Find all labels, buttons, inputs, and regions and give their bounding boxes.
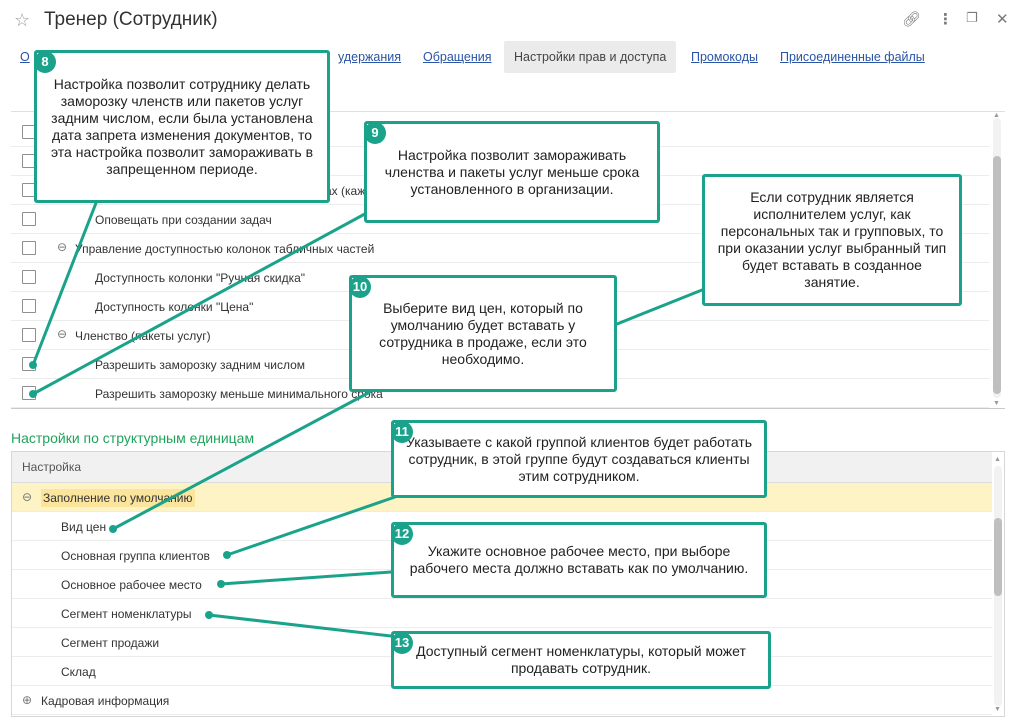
scroll-up-icon[interactable]: ▲ xyxy=(993,112,1000,119)
checkbox[interactable] xyxy=(22,212,36,226)
connector-dot xyxy=(205,611,213,619)
star-icon[interactable]: ☆ xyxy=(14,10,30,31)
section-title: Настройки по структурным единицам xyxy=(11,430,255,446)
row-label: Сегмент продажи xyxy=(61,636,160,650)
callout-number: 10 xyxy=(349,276,371,298)
scroll-thumb[interactable] xyxy=(993,156,1001,394)
tab-access-rights[interactable]: Настройки прав и доступа xyxy=(504,41,677,73)
connector-dot xyxy=(223,551,231,559)
row-label: Основная группа клиентов xyxy=(61,549,210,563)
connector-dot xyxy=(29,361,37,369)
title-bar: ☆ Тренер (Сотрудник) 🔗︎ ⋮ ❐ ✕ xyxy=(0,0,1024,40)
tab-attached-files[interactable]: Присоединенные файлы xyxy=(780,50,925,64)
collapse-icon[interactable]: ⊖ xyxy=(22,490,32,504)
checkbox[interactable] xyxy=(22,270,36,284)
callout-11: Указываете с какой группой клиентов буде… xyxy=(391,420,767,498)
connector-dot xyxy=(29,390,37,398)
rights-row-label: Доступность колонки "Цена" xyxy=(95,300,254,314)
checkbox[interactable] xyxy=(22,241,36,255)
rights-row-label: Разрешить заморозку задним числом xyxy=(95,358,306,372)
collapse-icon[interactable]: ⊖ xyxy=(57,327,67,341)
window-title: Тренер (Сотрудник) xyxy=(44,9,218,30)
callout-executor: Если сотрудник является исполнителем усл… xyxy=(702,174,962,306)
row-label: Вид цен xyxy=(61,520,107,534)
callout-10: Выберите вид цен, который по умолчанию б… xyxy=(349,275,617,392)
table-row[interactable]: Сегмент номенклатуры xyxy=(12,599,992,628)
tab-promocodes[interactable]: Промокоды xyxy=(691,50,758,64)
more-vertical-icon[interactable]: ⋮ xyxy=(938,10,953,28)
checkbox[interactable] xyxy=(22,328,36,342)
rights-row-label: Оповещать при создании задач xyxy=(95,213,272,227)
tab-requests[interactable]: Обращения xyxy=(423,50,492,64)
rights-row-label: ах (каж xyxy=(325,184,366,198)
callout-number: 9 xyxy=(364,122,386,144)
column-header[interactable]: Настройка xyxy=(22,460,81,474)
callout-number: 13 xyxy=(391,632,413,654)
callout-text: Доступный сегмент номенклатуры, который … xyxy=(416,643,746,676)
checkbox[interactable] xyxy=(22,299,36,313)
table-row[interactable]: ⊕ Кадровая информация xyxy=(12,686,992,715)
callout-12: Укажите основное рабочее место, при выбо… xyxy=(391,522,767,598)
callout-text: Если сотрудник является исполнителем усл… xyxy=(717,189,947,290)
rights-row-label: Членство (пакеты услуг) xyxy=(75,329,211,343)
connector-dot xyxy=(109,525,117,533)
rights-row-label: Доступность колонки "Ручная скидка" xyxy=(95,271,306,285)
close-icon[interactable]: ✕ xyxy=(996,10,1009,28)
row-label: Основное рабочее место xyxy=(61,578,202,592)
structure-scrollbar[interactable] xyxy=(994,466,1002,706)
row-label: Заполнение по умолчанию xyxy=(41,489,195,507)
restore-window-icon[interactable]: ❐ xyxy=(966,10,978,26)
callout-text: Выберите вид цен, который по умолчанию б… xyxy=(379,299,587,367)
callout-9: Настройка позволит замораживать членства… xyxy=(364,121,660,223)
callout-text: Указываете с какой группой клиентов буде… xyxy=(405,433,753,484)
scroll-thumb[interactable] xyxy=(994,518,1002,596)
scroll-up-icon[interactable]: ▲ xyxy=(994,456,1001,463)
rights-row-label: Управление доступностью колонок табличны… xyxy=(75,242,375,256)
callout-8: Настройка позволит сотруднику делать зам… xyxy=(34,50,330,203)
row-label: Кадровая информация xyxy=(41,694,170,708)
row-label: Сегмент номенклатуры xyxy=(61,607,192,621)
connector-dot xyxy=(217,580,225,588)
scroll-down-icon[interactable]: ▼ xyxy=(993,400,1000,407)
rights-row-label: Разрешить заморозку меньше минимального … xyxy=(95,387,383,401)
row-label: Склад xyxy=(61,665,96,679)
tab-main[interactable]: О xyxy=(20,50,30,64)
callout-number: 8 xyxy=(34,51,56,73)
tab-deductions[interactable]: удержания xyxy=(338,50,401,64)
link-icon[interactable]: 🔗︎ xyxy=(902,10,921,28)
scroll-down-icon[interactable]: ▼ xyxy=(994,706,1001,713)
callout-text: Настройка позволит сотруднику делать зам… xyxy=(50,75,314,177)
callout-text: Укажите основное рабочее место, при выбо… xyxy=(409,543,749,576)
callout-number: 12 xyxy=(391,523,413,545)
collapse-icon[interactable]: ⊖ xyxy=(57,240,67,254)
callout-number: 11 xyxy=(391,421,413,443)
callout-text: Настройка позволит замораживать членства… xyxy=(384,146,640,197)
rights-scrollbar[interactable] xyxy=(993,118,1001,398)
row-label-text: Заполнение по умолчанию xyxy=(41,489,195,507)
callout-13: Доступный сегмент номенклатуры, который … xyxy=(391,631,771,689)
expand-icon[interactable]: ⊕ xyxy=(22,693,32,707)
